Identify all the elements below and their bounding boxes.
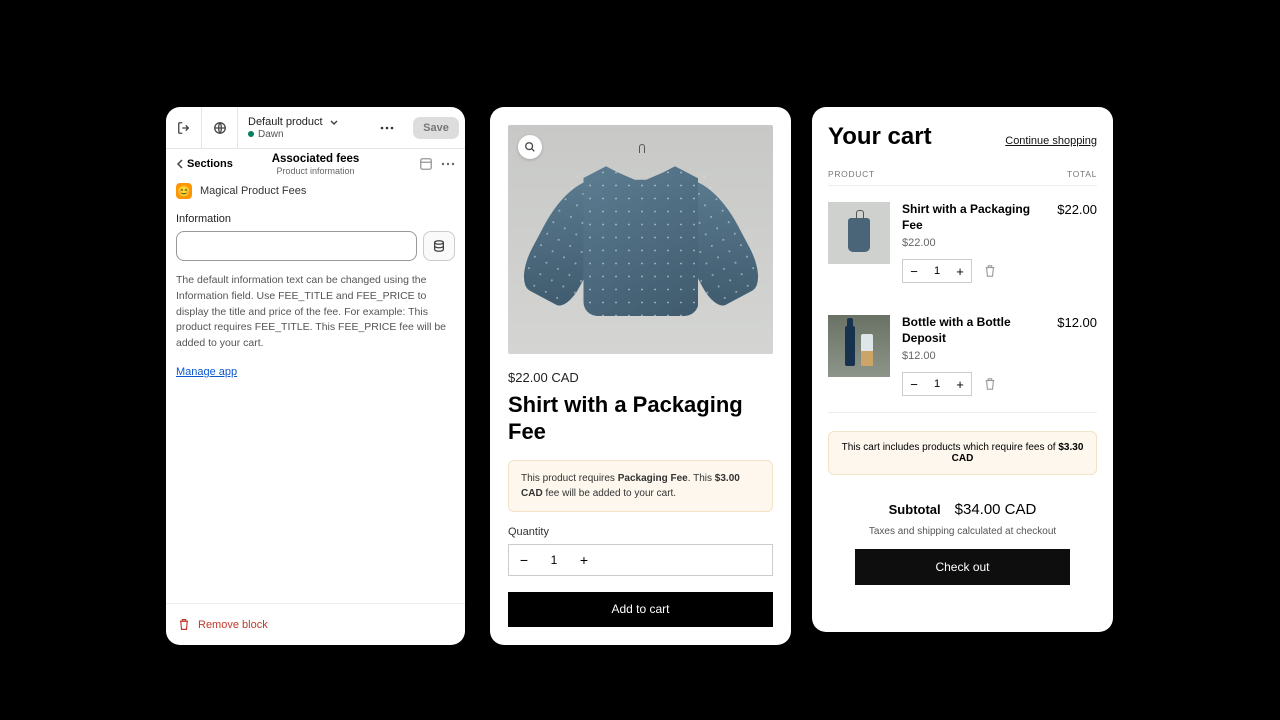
section-header: Sections Associated fees Product informa… — [166, 149, 465, 179]
globe-icon — [213, 121, 227, 135]
layout-icon[interactable] — [419, 157, 433, 171]
remove-block-label: Remove block — [198, 619, 268, 631]
product-price: $22.00 CAD — [508, 370, 773, 385]
item-qty-stepper: − 1 + — [902, 372, 972, 396]
cart-item: Shirt with a Packaging Fee $22.00 − 1 + … — [828, 186, 1097, 299]
subtotal-label: Subtotal — [889, 502, 941, 517]
section-title: Associated fees — [272, 153, 360, 165]
section-subtitle: Product information — [272, 166, 360, 176]
checkout-button[interactable]: Check out — [855, 549, 1070, 585]
trash-icon — [178, 618, 190, 631]
item-thumbnail — [828, 202, 890, 264]
back-label: Sections — [187, 158, 233, 170]
qty-increase-button[interactable]: + — [949, 373, 971, 395]
status-dot-icon — [248, 131, 254, 137]
qty-value: 1 — [925, 260, 949, 282]
shirt-illustration — [541, 144, 741, 334]
editor-panel: Default product Dawn Save Sections Assoc… — [166, 107, 465, 645]
dynamic-source-button[interactable] — [423, 231, 455, 261]
item-total: $12.00 — [1049, 315, 1097, 396]
information-input[interactable] — [176, 231, 417, 261]
database-icon — [432, 239, 446, 253]
app-icon: 😊 — [176, 183, 192, 199]
remove-block-button[interactable]: Remove block — [166, 604, 465, 645]
product-selector[interactable]: Default product Dawn — [238, 116, 367, 140]
chevron-down-icon — [329, 117, 339, 127]
item-price: $12.00 — [902, 350, 1037, 362]
chevron-left-icon — [176, 159, 184, 169]
col-total: TOTAL — [1067, 169, 1097, 179]
product-fee-note: This product requires Packaging Fee. Thi… — [508, 460, 773, 512]
back-button[interactable]: Sections — [176, 158, 233, 170]
globe-button[interactable] — [202, 107, 238, 148]
dots-horizontal-icon[interactable] — [441, 162, 455, 166]
add-to-cart-button[interactable]: Add to cart — [508, 592, 773, 627]
qty-increase-button[interactable]: + — [949, 260, 971, 282]
qty-increase-button[interactable]: + — [569, 545, 599, 575]
exit-button[interactable] — [166, 107, 202, 148]
subtotal-value: $34.00 CAD — [955, 501, 1037, 518]
manage-app-link[interactable]: Manage app — [166, 352, 465, 392]
product-image — [508, 125, 773, 354]
more-menu-button[interactable] — [367, 107, 407, 148]
app-block: 😊 Magical Product Fees — [166, 179, 465, 207]
trash-icon[interactable] — [984, 264, 996, 278]
product-panel: $22.00 CAD Shirt with a Packaging Fee Th… — [490, 107, 791, 645]
app-name: Magical Product Fees — [200, 185, 306, 197]
qty-decrease-button[interactable]: − — [903, 373, 925, 395]
information-help: The default information text can be chan… — [166, 261, 465, 352]
editor-topbar: Default product Dawn Save — [166, 107, 465, 149]
item-thumbnail — [828, 315, 890, 377]
qty-decrease-button[interactable]: − — [509, 545, 539, 575]
fee-title: Packaging Fee — [618, 473, 688, 484]
product-selector-label: Default product — [248, 116, 323, 128]
qty-decrease-button[interactable]: − — [903, 260, 925, 282]
item-qty-stepper: − 1 + — [902, 259, 972, 283]
quantity-label: Quantity — [508, 526, 773, 538]
divider — [828, 412, 1097, 413]
information-heading: Information — [166, 207, 465, 231]
cart-panel: Your cart Continue shopping PRODUCT TOTA… — [812, 107, 1113, 632]
qty-value: 1 — [539, 545, 569, 575]
exit-icon — [177, 121, 191, 135]
zoom-button[interactable] — [518, 135, 542, 159]
col-product: PRODUCT — [828, 169, 875, 179]
tax-shipping-note: Taxes and shipping calculated at checkou… — [828, 526, 1097, 537]
product-title: Shirt with a Packaging Fee — [508, 391, 773, 446]
theme-name: Dawn — [258, 129, 284, 140]
item-total: $22.00 — [1049, 202, 1097, 283]
trash-icon[interactable] — [984, 377, 996, 391]
cart-title: Your cart — [828, 123, 932, 151]
zoom-icon — [524, 141, 536, 153]
quantity-stepper: − 1 + — [508, 544, 773, 576]
dots-horizontal-icon — [380, 126, 394, 130]
item-name: Bottle with a Bottle Deposit — [902, 315, 1037, 346]
item-price: $22.00 — [902, 237, 1037, 249]
cart-fees-note: This cart includes products which requir… — [828, 431, 1097, 475]
cart-item: Bottle with a Bottle Deposit $12.00 − 1 … — [828, 299, 1097, 412]
item-name: Shirt with a Packaging Fee — [902, 202, 1037, 233]
save-button[interactable]: Save — [413, 117, 459, 139]
continue-shopping-link[interactable]: Continue shopping — [1005, 135, 1097, 147]
qty-value: 1 — [925, 373, 949, 395]
